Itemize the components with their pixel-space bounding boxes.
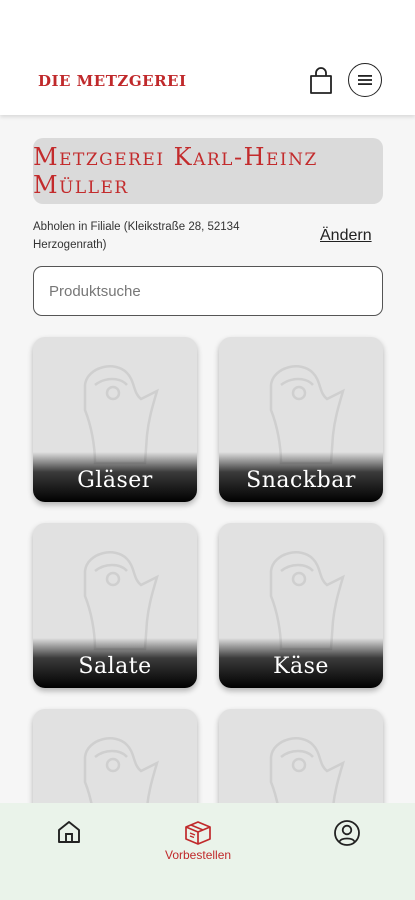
category-label: Snackbar xyxy=(246,467,356,493)
pickup-location: Abholen in Filiale (Kleikstraße 28, 5213… xyxy=(33,221,240,251)
brand-logo[interactable]: DIE METZGEREI xyxy=(38,72,187,90)
category-tile-glaeser[interactable]: Gläser xyxy=(33,337,197,502)
category-label-bar: Käse xyxy=(219,638,383,688)
bottom-navigation: Vorbestellen xyxy=(0,803,415,900)
profile-icon xyxy=(334,820,360,846)
nav-home[interactable] xyxy=(56,819,82,845)
app-header: DIE METZGEREI xyxy=(0,0,415,115)
home-icon xyxy=(58,821,80,843)
category-label-bar: Salate xyxy=(33,638,197,688)
nav-preorder-label: Vorbestellen xyxy=(165,848,232,862)
nav-preorder[interactable]: Vorbestellen xyxy=(165,819,231,862)
package-icon xyxy=(185,821,211,845)
product-placeholder-icon xyxy=(269,551,345,651)
category-tile-salate[interactable]: Salate xyxy=(33,523,197,688)
category-label-bar: Snackbar xyxy=(219,452,383,502)
search-field[interactable] xyxy=(33,266,383,316)
product-placeholder-icon xyxy=(269,365,345,465)
category-label: Salate xyxy=(78,653,152,679)
category-label-bar: Gläser xyxy=(33,452,197,502)
category-tile-snackbar[interactable]: Snackbar xyxy=(219,337,383,502)
product-placeholder-icon xyxy=(83,365,159,465)
menu-button[interactable] xyxy=(348,63,382,97)
change-location-link[interactable]: Ändern xyxy=(320,227,372,245)
nav-profile[interactable] xyxy=(333,819,361,847)
shopping-bag-icon xyxy=(310,67,332,94)
category-label: Gläser xyxy=(77,467,153,493)
category-tile-kaese[interactable]: Käse xyxy=(219,523,383,688)
search-input[interactable] xyxy=(49,282,349,300)
store-banner: Metzgerei Karl-Heinz Müller xyxy=(33,138,383,204)
cart-button[interactable] xyxy=(306,64,336,98)
store-name: Metzgerei Karl-Heinz Müller xyxy=(33,143,318,199)
product-placeholder-icon xyxy=(83,551,159,651)
menu-icon xyxy=(358,75,372,85)
category-label: Käse xyxy=(273,653,329,679)
